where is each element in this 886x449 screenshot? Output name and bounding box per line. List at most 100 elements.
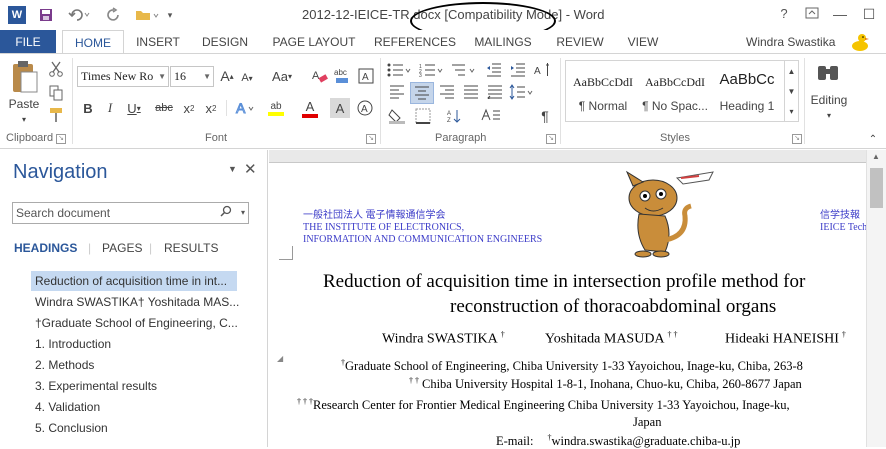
tab-insert[interactable]: INSERT [130, 30, 186, 54]
font-color-button[interactable]: A [296, 98, 324, 118]
styles-scroll-down-icon[interactable]: ▼ [784, 81, 798, 101]
tab-design[interactable]: DESIGN [196, 30, 254, 54]
minimize-icon[interactable]: — [828, 4, 852, 24]
italic-button[interactable]: I [102, 98, 118, 118]
close-icon[interactable]: ✕ [244, 160, 257, 178]
maximize-icon[interactable]: ☐ [857, 4, 881, 24]
heading-item[interactable]: †Graduate School of Engineering, C... [31, 313, 238, 333]
text-effects-dropdown-icon[interactable]: A [232, 98, 258, 118]
shading-icon[interactable] [386, 106, 408, 126]
collapse-ribbon-icon[interactable]: ⌃ [866, 134, 880, 145]
asian-layout-icon[interactable]: A [532, 60, 554, 80]
paste-icon[interactable] [6, 58, 42, 98]
bold-button[interactable]: B [80, 98, 96, 118]
justify-icon[interactable] [460, 82, 482, 102]
enclose-characters-icon[interactable]: A [354, 98, 376, 118]
font-launcher-icon[interactable]: ↘ [366, 134, 376, 144]
tab-view[interactable]: VIEW [620, 30, 666, 54]
paragraph-launcher-icon[interactable]: ↘ [546, 134, 556, 144]
superscript-button[interactable]: x2 [202, 98, 220, 118]
font-size-select[interactable]: 16 ▼ [170, 66, 214, 87]
heading-item-selected[interactable]: Reduction of acquisition time in int... [31, 271, 237, 291]
undo-icon[interactable] [66, 6, 94, 24]
heading-item[interactable]: 1. Introduction [31, 334, 111, 354]
paste-dropdown-icon[interactable]: ▾ [16, 114, 32, 124]
tab-headings[interactable]: HEADINGS [14, 241, 77, 255]
group-divider [804, 58, 805, 144]
chevron-down-icon[interactable]: ▾ [241, 203, 245, 223]
numbering-icon[interactable]: 123 [418, 60, 446, 80]
align-center-icon[interactable] [410, 82, 434, 104]
styles-scroll-up-icon[interactable]: ▲ [784, 61, 798, 81]
show-formatting-button[interactable]: ¶ [536, 106, 554, 126]
editing-button[interactable]: Editing [806, 92, 852, 108]
clear-formatting-icon[interactable]: A [310, 66, 330, 86]
user-name[interactable]: Windra Swastika [746, 35, 835, 49]
sort-icon[interactable]: AZ [444, 106, 472, 126]
clipboard-launcher-icon[interactable]: ↘ [56, 134, 66, 144]
styles-more-icon[interactable]: ▾ [784, 101, 798, 121]
borders-icon[interactable] [412, 106, 434, 126]
open-icon[interactable] [134, 6, 162, 24]
group-divider [560, 58, 561, 144]
align-right-icon[interactable] [436, 82, 458, 102]
increase-indent-icon[interactable] [508, 60, 528, 80]
heading-item[interactable]: 3. Experimental results [31, 376, 157, 396]
font-name-select[interactable]: Times New Ro ▼ [77, 66, 169, 87]
tab-references[interactable]: REFERENCES [374, 30, 456, 54]
collapse-arrow-icon[interactable]: ◢ [277, 354, 283, 363]
bullets-icon[interactable] [386, 60, 414, 80]
help-icon[interactable]: ? [772, 4, 796, 24]
format-painter-icon[interactable] [47, 106, 65, 124]
subscript-button[interactable]: x2 [180, 98, 198, 118]
grow-font-button[interactable]: A ▴ [218, 66, 236, 86]
underline-button[interactable]: U ▾ [122, 98, 146, 118]
editing-dropdown-icon[interactable]: ▾ [822, 110, 836, 120]
ribbon-options-icon[interactable] [800, 4, 824, 24]
character-shading-button[interactable]: A [330, 98, 350, 118]
change-case-button[interactable]: Aa ▾ [268, 66, 296, 86]
phonetic-guide-icon[interactable]: A [356, 66, 376, 86]
strikethrough-button[interactable]: abc [152, 98, 176, 118]
scroll-up-icon[interactable]: ▲ [872, 152, 880, 161]
style-normal[interactable]: AaBbCcDdI ¶ Normal [568, 61, 638, 121]
tab-pages[interactable]: PAGES [102, 241, 142, 255]
copy-icon[interactable] [47, 84, 65, 102]
tab-page-layout[interactable]: PAGE LAYOUT [266, 30, 362, 54]
align-left-2-icon[interactable] [386, 82, 408, 102]
paste-button[interactable]: Paste [6, 96, 42, 112]
word-app-icon[interactable]: W [8, 6, 26, 24]
search-icon[interactable] [220, 203, 232, 223]
search-input[interactable]: Search document ▾ [12, 202, 249, 224]
font-size-value: 16 [174, 69, 186, 83]
save-icon[interactable] [37, 6, 55, 24]
heading-item[interactable]: 2. Methods [31, 355, 94, 375]
heading-item[interactable]: Windra SWASTIKA† Yoshitada MAS... [31, 292, 239, 312]
redo-icon[interactable] [104, 6, 124, 24]
nav-options-icon[interactable]: ▼ [228, 164, 237, 174]
tab-review[interactable]: REVIEW [552, 30, 608, 54]
cut-icon[interactable] [47, 60, 65, 78]
heading-item[interactable]: 5. Conclusion [31, 418, 108, 438]
distributed-icon[interactable] [484, 82, 506, 102]
tab-file[interactable]: FILE [0, 30, 56, 54]
vertical-scrollbar[interactable]: ▲ [866, 150, 886, 447]
tab-home[interactable]: HOME [62, 30, 124, 54]
style-heading-1[interactable]: AaBbCc Heading 1 [712, 61, 782, 121]
style-no-spacing[interactable]: AaBbCcDdI ¶ No Spac... [640, 61, 710, 121]
binoculars-icon[interactable] [814, 60, 842, 86]
asian-typography-icon[interactable] [476, 106, 504, 126]
customize-icon[interactable]: ▾ [164, 6, 176, 24]
line-spacing-icon[interactable] [508, 82, 536, 102]
document-area[interactable]: 一般社団法人 電子情報通信学会 THE INSTITUTE OF ELECTRO… [269, 150, 886, 448]
highlight-button[interactable]: ab [262, 98, 290, 118]
decrease-indent-icon[interactable] [484, 60, 504, 80]
tab-mailings[interactable]: MAILINGS [470, 30, 536, 54]
text-effects-icon[interactable]: abc [332, 66, 352, 86]
styles-launcher-icon[interactable]: ↘ [792, 134, 802, 144]
scrollbar-thumb[interactable] [870, 168, 883, 208]
multilevel-list-icon[interactable] [450, 60, 478, 80]
heading-item[interactable]: 4. Validation [31, 397, 100, 417]
shrink-font-button[interactable]: A ▾ [238, 68, 256, 88]
tab-results[interactable]: RESULTS [164, 241, 218, 255]
